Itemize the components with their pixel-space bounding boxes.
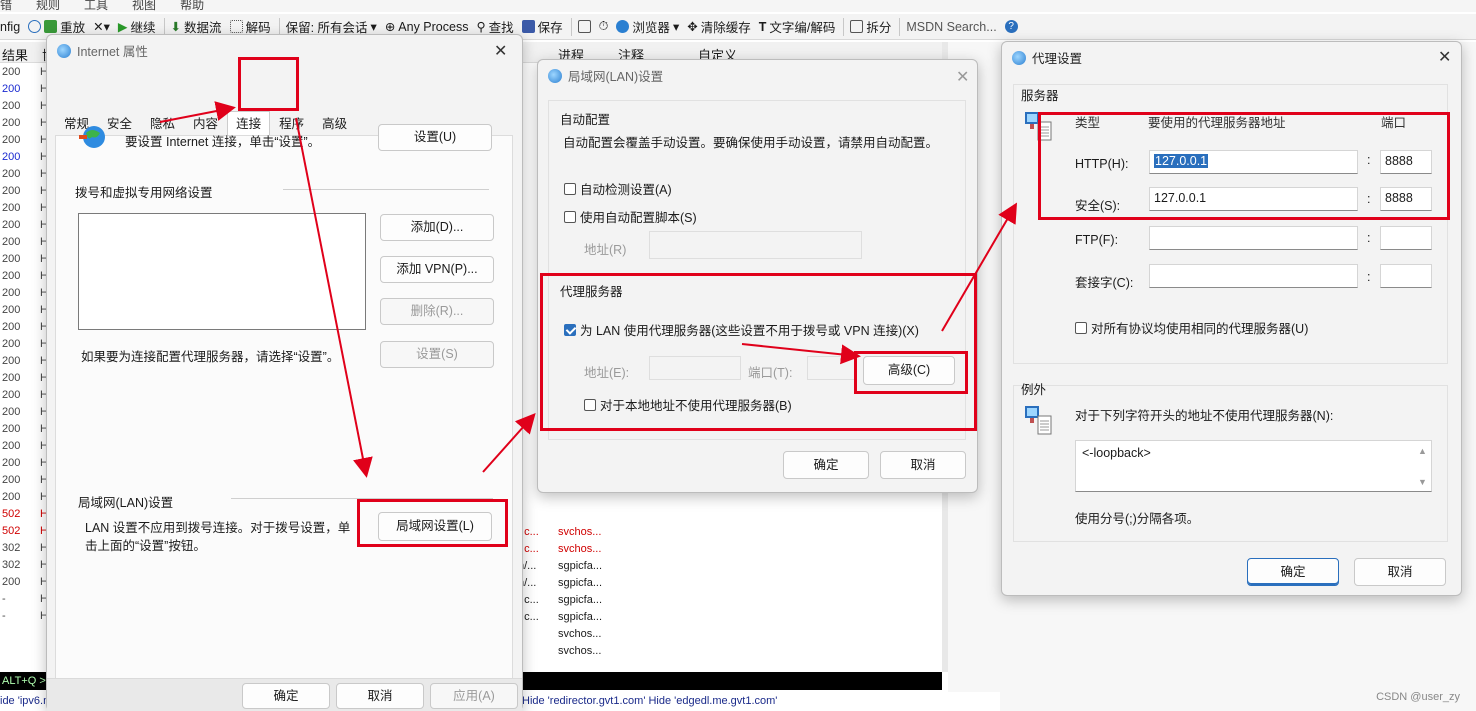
arrow-to-lan-button bbox=[295, 117, 373, 478]
arrow-to-advanced-button bbox=[741, 343, 861, 365]
annotation-arrows bbox=[159, 101, 1018, 478]
watermark: CSDN @user_zy bbox=[1376, 691, 1460, 703]
arrow-group bbox=[159, 101, 1018, 478]
arrow-to-connections-tab bbox=[159, 101, 236, 123]
arrow-to-proxy-dialog bbox=[941, 202, 1018, 332]
arrow-to-lan-dialog bbox=[482, 413, 536, 473]
